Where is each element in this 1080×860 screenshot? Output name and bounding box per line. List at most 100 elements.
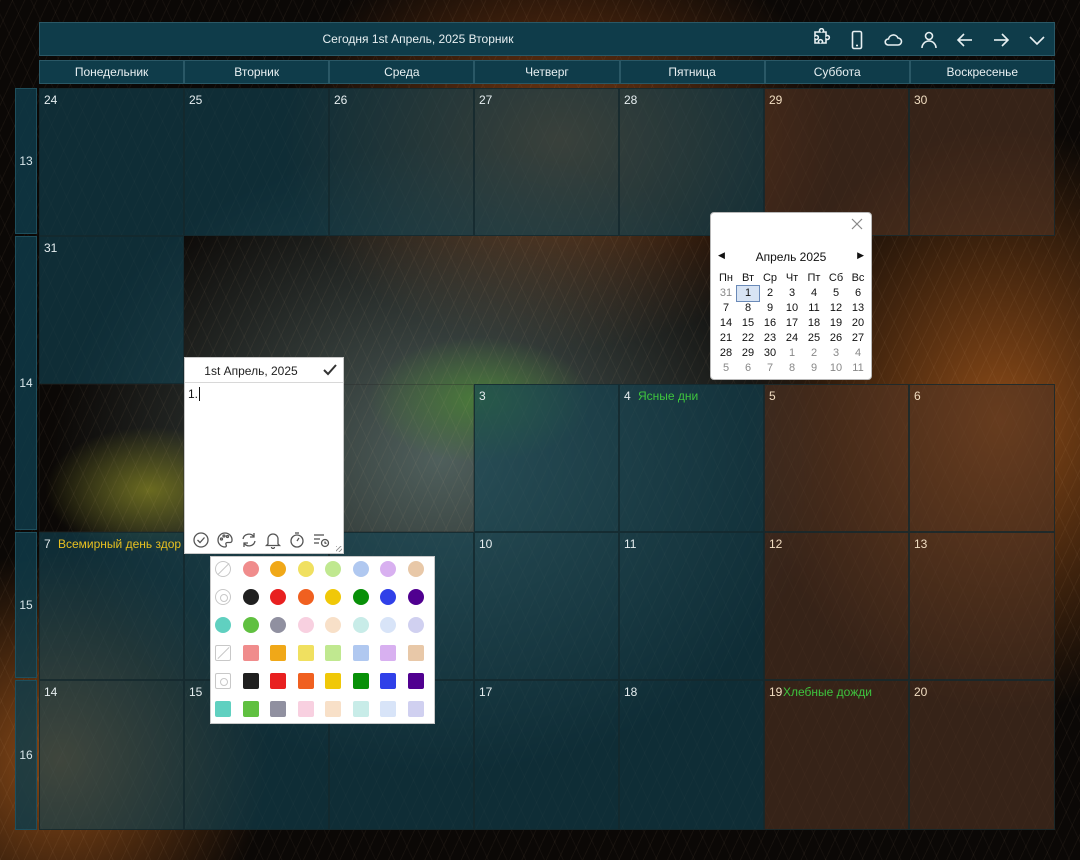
day-cell[interactable]: 25: [184, 88, 329, 236]
mini-calendar-day[interactable]: 9: [803, 361, 825, 376]
day-cell[interactable]: 3: [474, 384, 619, 532]
day-cell[interactable]: 14: [39, 680, 184, 830]
chevron-down-icon[interactable]: [1025, 28, 1049, 52]
mini-calendar-day[interactable]: 2: [759, 286, 781, 301]
mini-calendar-day[interactable]: 24: [781, 331, 803, 346]
color-swatch[interactable]: [297, 645, 314, 661]
color-swatch[interactable]: [352, 701, 369, 717]
day-cell[interactable]: 30: [909, 88, 1055, 236]
color-swatch[interactable]: [270, 673, 286, 689]
day-cell[interactable]: 17: [474, 680, 619, 830]
day-cell[interactable]: 11: [619, 532, 764, 680]
no-color-swatch[interactable]: [215, 561, 231, 577]
color-swatch[interactable]: [242, 617, 259, 633]
color-swatch[interactable]: [242, 673, 259, 689]
color-swatch[interactable]: [352, 589, 369, 605]
color-swatch[interactable]: [407, 561, 424, 577]
today-label[interactable]: Сегодня 1st Апрель, 2025 Вторник: [40, 23, 796, 57]
color-swatch[interactable]: [270, 589, 286, 605]
color-swatch[interactable]: [407, 673, 424, 689]
color-swatch[interactable]: [215, 617, 231, 633]
mini-calendar-day[interactable]: 14: [715, 316, 737, 331]
day-cell[interactable]: 13: [909, 532, 1055, 680]
color-swatch[interactable]: [242, 701, 259, 717]
week-number-14[interactable]: 14: [15, 236, 37, 530]
day-cell[interactable]: 10: [474, 532, 619, 680]
mini-calendar-day[interactable]: 31: [715, 286, 737, 301]
mini-calendar-day[interactable]: 11: [803, 301, 825, 316]
mini-calendar-day[interactable]: 20: [847, 316, 869, 331]
mini-calendar-title[interactable]: Апрель 2025: [711, 250, 871, 264]
mini-calendar-day[interactable]: 27: [847, 331, 869, 346]
mini-calendar-day[interactable]: 6: [737, 361, 759, 376]
color-swatch[interactable]: [407, 617, 424, 633]
day-cell[interactable]: 6: [909, 384, 1055, 532]
color-swatch[interactable]: [380, 561, 396, 577]
day-cell[interactable]: 12: [764, 532, 909, 680]
color-swatch[interactable]: [242, 645, 259, 661]
day-cell[interactable]: 19 Хлебные дожди: [764, 680, 909, 830]
mini-calendar-day[interactable]: 16: [759, 316, 781, 331]
mini-calendar-day[interactable]: 5: [715, 361, 737, 376]
color-swatch[interactable]: [325, 645, 341, 661]
color-swatch[interactable]: [380, 645, 396, 661]
day-cell[interactable]: [39, 384, 184, 532]
color-swatch[interactable]: [270, 617, 286, 633]
color-swatch[interactable]: [352, 561, 369, 577]
mini-calendar-day[interactable]: 1: [781, 346, 803, 361]
color-swatch[interactable]: [352, 673, 369, 689]
timer-icon[interactable]: [285, 530, 309, 550]
color-swatch[interactable]: [242, 561, 259, 577]
arrow-right-icon[interactable]: [989, 28, 1013, 52]
color-swatch[interactable]: [407, 701, 424, 717]
check-circle-icon[interactable]: [189, 530, 213, 550]
mini-calendar-day[interactable]: 8: [737, 301, 759, 316]
mini-calendar-day[interactable]: 15: [737, 316, 759, 331]
mini-calendar-day[interactable]: 8: [781, 361, 803, 376]
mini-calendar-day[interactable]: 5: [825, 286, 847, 301]
mini-calendar-day[interactable]: 3: [781, 286, 803, 301]
color-swatch[interactable]: [380, 673, 396, 689]
week-number-15[interactable]: 15: [15, 532, 37, 678]
mini-calendar-day[interactable]: 25: [803, 331, 825, 346]
color-swatch[interactable]: [325, 673, 341, 689]
color-swatch[interactable]: [297, 589, 314, 605]
mini-calendar-day[interactable]: 18: [803, 316, 825, 331]
color-swatch[interactable]: [270, 561, 286, 577]
mini-calendar-day[interactable]: 7: [715, 301, 737, 316]
color-swatch[interactable]: [380, 701, 396, 717]
mini-calendar-day[interactable]: 3: [825, 346, 847, 361]
palette-icon[interactable]: [213, 530, 237, 550]
user-icon[interactable]: [917, 28, 941, 52]
mini-calendar-day[interactable]: 30: [759, 346, 781, 361]
mini-calendar-day[interactable]: 10: [781, 301, 803, 316]
confirm-check-icon[interactable]: [321, 361, 339, 379]
next-month-button[interactable]: ▶: [857, 250, 864, 261]
week-number-16[interactable]: 16: [15, 680, 37, 830]
color-swatch[interactable]: [242, 589, 259, 605]
mini-calendar-day[interactable]: 17: [781, 316, 803, 331]
color-swatch[interactable]: [407, 589, 424, 605]
mini-calendar-day[interactable]: 12: [825, 301, 847, 316]
mini-calendar-day[interactable]: 10: [825, 361, 847, 376]
mini-calendar-day[interactable]: 7: [759, 361, 781, 376]
week-number-13[interactable]: 13: [15, 88, 37, 234]
color-swatch[interactable]: [352, 645, 369, 661]
list-clock-icon[interactable]: [309, 530, 333, 550]
mini-calendar-day[interactable]: 4: [847, 346, 869, 361]
note-text-area[interactable]: 1.: [188, 387, 201, 401]
arrow-left-icon[interactable]: [953, 28, 977, 52]
mini-calendar-day[interactable]: 23: [759, 331, 781, 346]
puzzle-icon[interactable]: [808, 28, 832, 52]
day-cell[interactable]: 20: [909, 680, 1055, 830]
mini-calendar-day[interactable]: 9: [759, 301, 781, 316]
color-swatch[interactable]: [297, 561, 314, 577]
color-swatch[interactable]: [325, 589, 341, 605]
mini-calendar-day[interactable]: 13: [847, 301, 869, 316]
resize-grip[interactable]: [336, 546, 342, 552]
mini-calendar-day[interactable]: 26: [825, 331, 847, 346]
day-cell[interactable]: 26: [329, 88, 474, 236]
mini-calendar-day[interactable]: 4: [803, 286, 825, 301]
day-cell[interactable]: 18: [619, 680, 764, 830]
mini-calendar-day[interactable]: 2: [803, 346, 825, 361]
